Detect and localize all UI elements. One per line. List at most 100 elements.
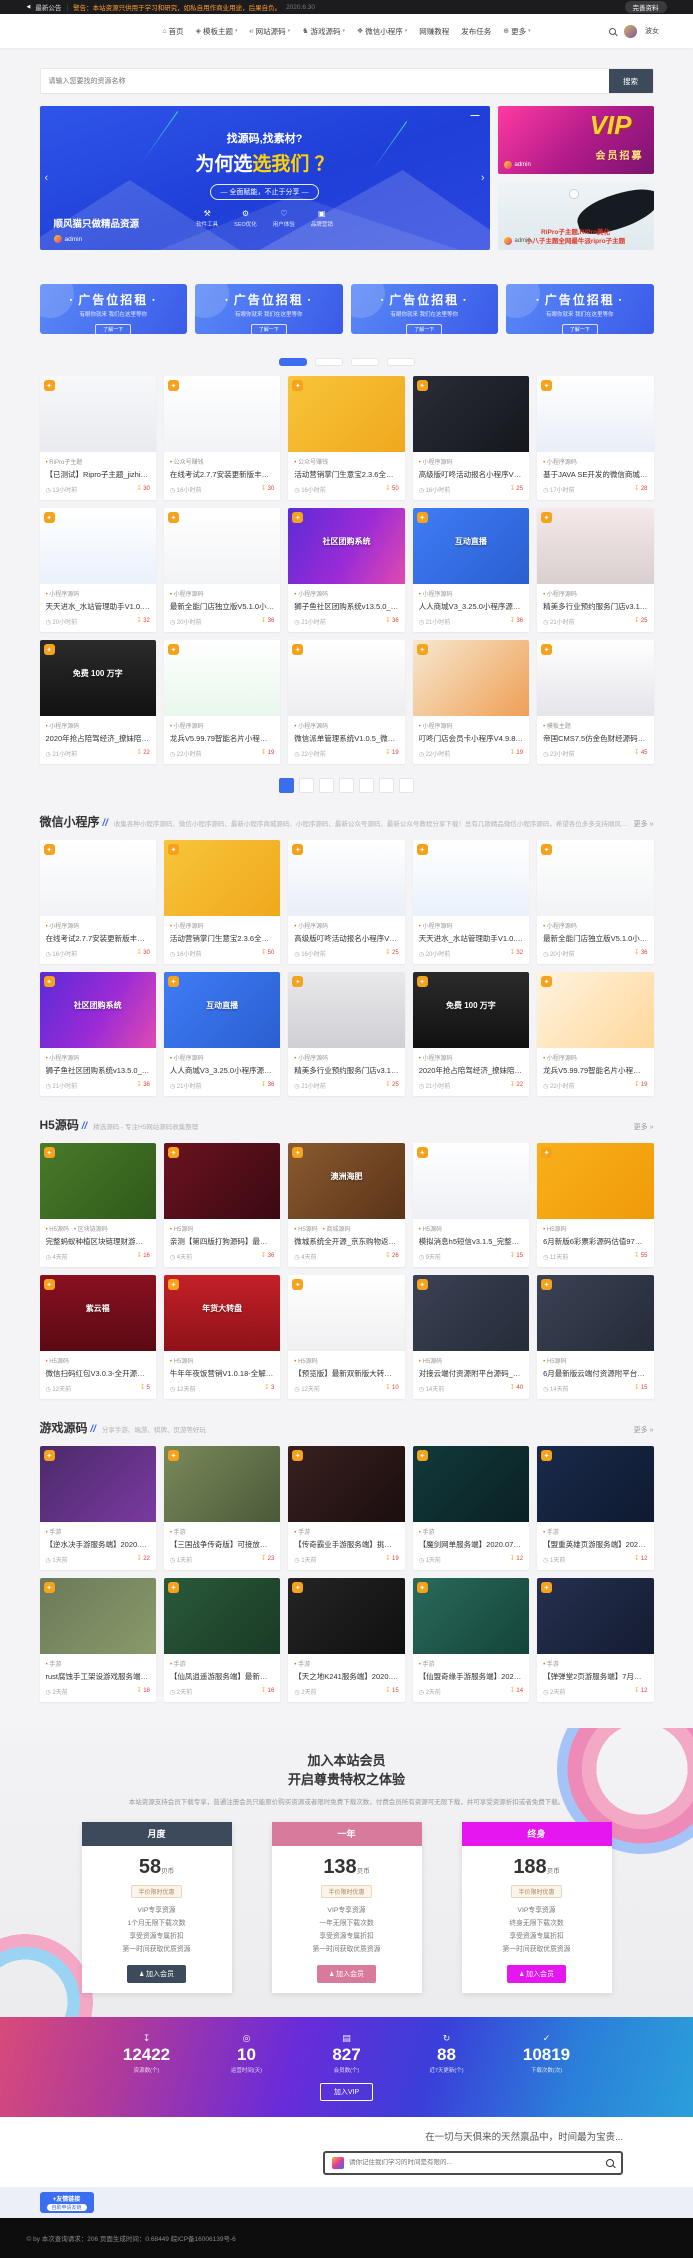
resource-card[interactable]: 公众号赚钱 活动营销掌门生意宝2.3.6全开源去… 16小时前 50 (288, 376, 404, 500)
resource-title[interactable]: 微城系统全开源_京东购物返利平台… (294, 1236, 398, 1247)
nav-item[interactable]: ⊕ 更多 ▾ (503, 26, 530, 37)
nav-item[interactable]: ❖ 微信小程序 ▾ (357, 26, 407, 37)
user-avatar[interactable] (624, 25, 637, 38)
resource-title[interactable]: 【仙盟奇缘手游服务端】2020.07… (419, 1671, 523, 1682)
resource-title[interactable]: 最新全能门店独立版V5.1.0小程序… (170, 601, 274, 612)
social-icon[interactable] (616, 2231, 629, 2244)
ad-button[interactable]: 了解一下 (95, 324, 131, 334)
resource-title[interactable]: 【魔剑网单服务端】2020.07最新… (419, 1539, 523, 1550)
resource-category[interactable]: 公众号赚钱 (170, 457, 204, 466)
resource-title[interactable]: 2020年抢占陪驾经济_撩妹陪聊需… (46, 733, 150, 744)
resource-card[interactable]: H5源码 区块链源码 完整蚂蚁种植区块链理财游戏源码/… 4天前 16 (40, 1143, 156, 1267)
ad-banner[interactable]: 广告位招租有眼你就来 我们在这里等你了解一下 (351, 284, 499, 334)
resource-card[interactable]: 小程序源码 龙兵V5.99.79智能名片小程序修复… 22小时前 19 (164, 640, 280, 764)
footer-search-input[interactable] (349, 2159, 601, 2166)
nav-item[interactable]: ⌂ 首页 (162, 26, 183, 37)
nav-item[interactable]: ◈ 模板主题 ▾ (196, 26, 238, 37)
ripro-theme-banner[interactable]: RiPro子主题,RiPro美化 小八子主题全网最牛派ripro子主题 admi… (498, 182, 654, 250)
resource-card[interactable]: 手游 【仙凤逍遥游服务端】最新网页游… 2天前 16 (164, 1578, 280, 1702)
resource-title[interactable]: 天天进水_水站管理助手V1.0.7小程… (46, 601, 150, 612)
resource-card[interactable]: 互动直播 小程序源码 人人商城V3_3.25.0小程序源码_企… 21小时前 3… (413, 508, 529, 632)
resource-card[interactable]: H5源码 6月新版6彩票彩源码估值97%+可… 11天前 55 (537, 1143, 653, 1267)
resource-card[interactable]: 小程序源码 精美多行业预约服务门店v3.1.5小… 21小时前 25 (537, 508, 653, 632)
vip-recruit-banner[interactable]: VIP 会员招募 admin (498, 106, 654, 174)
carousel-next-button[interactable]: › (481, 172, 485, 184)
more-link[interactable]: 更多 » (634, 1122, 654, 1132)
resource-title[interactable]: 龙兵V5.99.79智能名片小程序修复… (170, 733, 274, 744)
resource-category[interactable]: 手游 (419, 1659, 435, 1668)
join-vip-button[interactable]: 加入VIP (320, 2083, 373, 2101)
resource-card[interactable]: H5源码 对接云端付资源附平台源码_仿去额… 14天前 40 (413, 1275, 529, 1399)
page-button[interactable] (339, 778, 354, 793)
resource-title[interactable]: 微信扫码红包V3.0.3-全开源解密版… (46, 1368, 150, 1379)
resource-title[interactable]: rust腐蚀手工架设游戏服务端可局… (46, 1671, 150, 1682)
site-search-button[interactable]: 搜索 (609, 69, 653, 93)
search-icon[interactable] (609, 28, 616, 35)
resource-title[interactable]: 帝国CMS7.5仿金色财经源码_2020… (543, 733, 647, 744)
resource-card[interactable]: 手游 【盟重英雄页游服务端】2020.07首… 1天前 12 (537, 1446, 653, 1570)
resource-title[interactable]: 【仙凤逍遥游服务端】最新网页游… (170, 1671, 274, 1682)
resource-category[interactable]: H5源码 (294, 1224, 317, 1233)
hero-banner[interactable]: 找源码,找素材? 为何选选我们 ？ 全面赋能，不止于分享 ⚒ 软件工具 ⚙ SE… (40, 106, 490, 250)
resource-category[interactable]: 小程序源码 (294, 921, 328, 930)
ad-button[interactable]: 了解一下 (562, 324, 598, 334)
resource-category[interactable]: RiPro子主题 (46, 457, 83, 466)
ad-button[interactable]: 了解一下 (406, 324, 442, 334)
resource-card[interactable]: 免费 100 万字 小程序源码 2020年抢占陪驾经济_撩妹陪聊需… 21小时前… (413, 972, 529, 1096)
resource-category[interactable]: 小程序源码 (419, 721, 453, 730)
resource-title[interactable]: 精美多行业预约服务门店v3.1.5小… (543, 601, 647, 612)
resource-title[interactable]: 微信派单管理系统V1.0.5_微信群发… (294, 733, 398, 744)
resource-category[interactable]: 手游 (170, 1527, 186, 1536)
resource-category[interactable]: 手游 (294, 1527, 310, 1536)
resource-title[interactable]: 模拟消息h5短信v3.1.5_完整板应用 (419, 1236, 523, 1247)
resource-category[interactable]: 手游 (46, 1527, 62, 1536)
friend-links-badge[interactable]: +友情链接 自助申请友链 (40, 2192, 94, 2213)
resource-title[interactable]: 高级版叮咚活动报名小程序V5-2.8+… (419, 469, 523, 480)
resource-title[interactable]: 【已测试】Ripro子主题_jizhi-child… (46, 469, 150, 480)
resource-card[interactable]: H5源码 【预览版】最新双新版大转盘/预生… 12天前 10 (288, 1275, 404, 1399)
resource-card[interactable]: 手游 【仙盟奇缘手游服务端】2020.07… 2天前 14 (413, 1578, 529, 1702)
resource-category[interactable]: 小程序源码 (294, 589, 328, 598)
resource-card[interactable]: 手游 【逆水决手游服务端】2020.07最… 1天前 22 (40, 1446, 156, 1570)
resource-title[interactable]: 【天之地K241服务端】2020.7月… (294, 1671, 398, 1682)
resource-card[interactable]: 紫云福 H5源码 微信扫码红包V3.0.3-全开源解密版… 12天前 5 (40, 1275, 156, 1399)
resource-category[interactable]: 小程序源码 (419, 589, 453, 598)
resource-card[interactable]: 模板主题 帝国CMS7.5仿金色财经源码_2020… 23小时前 45 (537, 640, 653, 764)
resource-title[interactable]: 叮咚门店会员卡小程序V4.9.8完整… (419, 733, 523, 744)
resource-category[interactable]: 小程序源码 (170, 1053, 204, 1062)
resource-category[interactable]: 小程序源码 (543, 457, 577, 466)
nav-item[interactable]: ♞ 游戏源码 ▾ (302, 26, 345, 37)
resource-category[interactable]: H5源码 (419, 1224, 442, 1233)
resource-title[interactable]: 狮子鱼社区团购系统v13.5.0_小程… (46, 1065, 150, 1076)
resource-title[interactable]: 高级版叮咚活动报名小程序V5-2.8+… (294, 933, 398, 944)
join-member-button[interactable]: 加入会员 (507, 1965, 566, 1983)
resource-card[interactable]: 小程序源码 基于JAVA SE开发的微信商城小程… 17小时前 28 (537, 376, 653, 500)
resource-category[interactable]: 小程序源码 (170, 721, 204, 730)
resource-card[interactable]: 小程序源码 龙兵V5.99.79智能名片小程序修复… 22小时前 19 (537, 972, 653, 1096)
resource-category[interactable]: 手游 (46, 1659, 62, 1668)
resource-card[interactable]: 社区团购系统 小程序源码 狮子鱼社区团购系统v13.5.0_小程… 21小时前 … (40, 972, 156, 1096)
resource-filter-tab[interactable] (315, 358, 343, 366)
resource-category[interactable]: 小程序源码 (543, 1053, 577, 1062)
resource-card[interactable]: 小程序源码 在线考试2.7.7安装更新版丰富的题型 16小时前 30 (40, 840, 156, 964)
nav-item[interactable]: ℮ 网站源码 ▾ (249, 26, 290, 37)
resource-category[interactable]: 手游 (543, 1527, 559, 1536)
resource-card[interactable]: 手游 【魔剑网单服务端】2020.07最新… 1天前 12 (413, 1446, 529, 1570)
resource-card[interactable]: H5源码 亲测【第四版打狗源码】最新运营… 4天前 36 (164, 1143, 280, 1267)
more-link[interactable]: 更多 » (634, 1425, 654, 1435)
resource-category[interactable]: 手游 (294, 1659, 310, 1668)
search-icon[interactable] (606, 2159, 614, 2167)
carousel-prev-button[interactable]: ‹ (45, 172, 49, 184)
resource-title[interactable]: 对接云端付资源附平台源码_仿去额… (419, 1368, 523, 1379)
resource-title[interactable]: 6月最新版云端付资源附平台源码… (543, 1368, 647, 1379)
resource-title[interactable]: 龙兵V5.99.79智能名片小程序修复… (543, 1065, 647, 1076)
resource-category[interactable]: 商城源码 (323, 1224, 351, 1233)
resource-category[interactable]: 区块链源码 (74, 1224, 108, 1233)
resource-category[interactable]: 小程序源码 (294, 1053, 328, 1062)
resource-category[interactable]: 小程序源码 (419, 1053, 453, 1062)
nav-item[interactable]: 发布任务 (461, 26, 491, 37)
page-button[interactable] (319, 778, 334, 793)
resource-title[interactable]: 最新全能门店独立版V5.1.0小程序… (543, 933, 647, 944)
resource-category[interactable]: 公众号赚钱 (294, 457, 328, 466)
site-search-input[interactable] (41, 69, 609, 93)
